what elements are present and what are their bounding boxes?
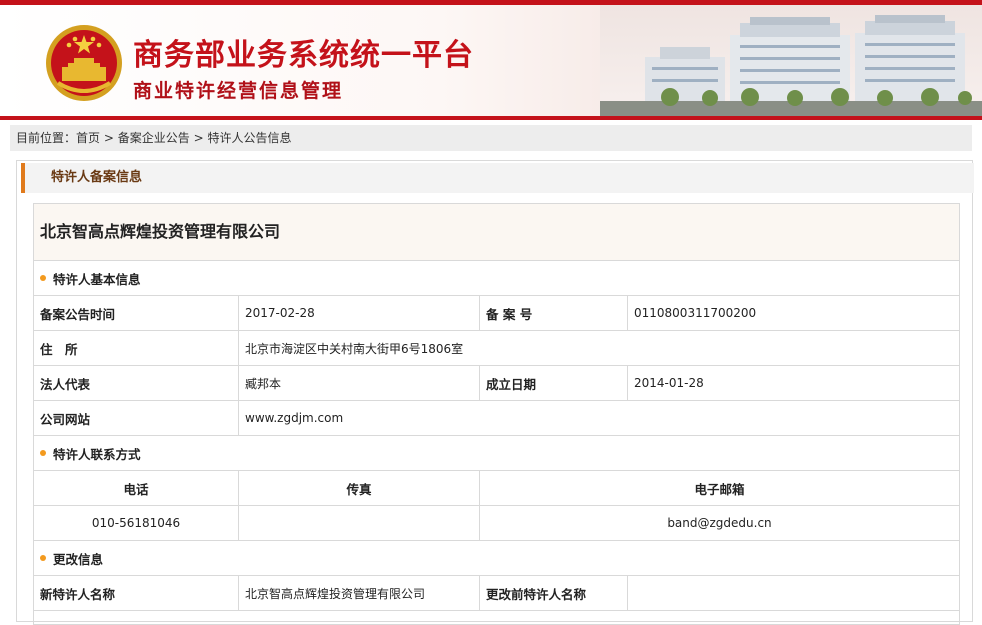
header-bottom-line bbox=[0, 116, 982, 120]
new-name-label: 新特许人名称 bbox=[34, 576, 239, 610]
email-header: 电子邮箱 bbox=[694, 481, 745, 497]
bullet-icon bbox=[40, 275, 46, 281]
legal-rep-label: 法人代表 bbox=[34, 366, 239, 400]
bullet-icon bbox=[40, 555, 46, 561]
contact-value-row: 010-56181046 band@zgdedu.cn bbox=[34, 506, 959, 541]
breadcrumb-announcement-link[interactable]: 备案企业公告 bbox=[118, 131, 190, 145]
contact-header-row: 电话 传真 电子邮箱 bbox=[34, 471, 959, 506]
table-row: 住 所 北京市海淀区中关村南大街甲6号1806室 bbox=[34, 331, 959, 366]
old-name-value bbox=[628, 576, 959, 610]
panel-header: 特许人备案信息 bbox=[21, 163, 974, 193]
breadcrumb-prefix: 目前位置： bbox=[16, 131, 77, 145]
bullet-icon bbox=[40, 450, 46, 456]
website-label: 公司网站 bbox=[34, 401, 239, 435]
changes-section-title: 更改信息 bbox=[40, 541, 103, 575]
breadcrumb-separator: > bbox=[103, 131, 114, 145]
changes-section-label: 更改信息 bbox=[53, 551, 104, 567]
breadcrumb-current: 特许人公告信息 bbox=[207, 131, 292, 145]
company-name-row: 北京智高点辉煌投资管理有限公司 bbox=[34, 204, 959, 261]
panel-title: 特许人备案信息 bbox=[51, 170, 143, 185]
filing-date-value: 2017-02-28 bbox=[239, 296, 480, 330]
fax-value bbox=[239, 506, 480, 540]
old-name-label: 更改前特许人名称 bbox=[480, 576, 628, 610]
new-name-value: 北京智高点辉煌投资管理有限公司 bbox=[239, 576, 480, 610]
national-emblem-icon bbox=[46, 25, 122, 101]
address-value: 北京市海淀区中关村南大街甲6号1806室 bbox=[245, 341, 464, 356]
breadcrumb-separator: > bbox=[193, 131, 204, 145]
basic-info-section-row: 特许人基本信息 bbox=[34, 261, 959, 296]
table-row: 新特许人名称 北京智高点辉煌投资管理有限公司 更改前特许人名称 bbox=[34, 576, 959, 611]
contact-section-title: 特许人联系方式 bbox=[40, 436, 141, 470]
basic-info-section-label: 特许人基本信息 bbox=[53, 271, 141, 287]
phone-value: 010-56181046 bbox=[34, 506, 239, 540]
system-subtitle: 商业特许经营信息管理 bbox=[133, 80, 344, 102]
email-value: band@zgdedu.cn bbox=[667, 516, 772, 530]
filing-no-value: 0110800311700200 bbox=[634, 306, 757, 320]
info-table: 北京智高点辉煌投资管理有限公司 特许人基本信息 备案公告时间 2017-02-2… bbox=[33, 203, 960, 625]
changes-section-row: 更改信息 bbox=[34, 541, 959, 576]
company-name: 北京智高点辉煌投资管理有限公司 bbox=[40, 222, 281, 241]
ministry-building-image bbox=[600, 5, 982, 116]
founded-value: 2014-01-28 bbox=[634, 376, 704, 390]
basic-info-section-title: 特许人基本信息 bbox=[40, 261, 141, 295]
filing-no-label: 备 案 号 bbox=[480, 296, 628, 330]
filing-date-label: 备案公告时间 bbox=[34, 296, 239, 330]
table-row: 备案公告时间 2017-02-28 备 案 号 0110800311700200 bbox=[34, 296, 959, 331]
breadcrumb-home-link[interactable]: 首页 bbox=[76, 131, 100, 145]
phone-header: 电话 bbox=[34, 471, 239, 505]
founded-label: 成立日期 bbox=[480, 366, 628, 400]
website-value: www.zgdjm.com bbox=[245, 411, 344, 425]
fax-header: 传真 bbox=[239, 471, 480, 505]
address-label: 住 所 bbox=[34, 331, 239, 365]
contact-section-row: 特许人联系方式 bbox=[34, 436, 959, 471]
contact-section-label: 特许人联系方式 bbox=[53, 446, 141, 462]
header-banner: 商务部业务系统统一平台 商业特许经营信息管理 bbox=[0, 5, 982, 116]
franchisor-panel: 特许人备案信息 北京智高点辉煌投资管理有限公司 特许人基本信息 备案公告时间 2… bbox=[16, 160, 974, 625]
legal-rep-value: 臧邦本 bbox=[239, 366, 480, 400]
system-title: 商务部业务系统统一平台 bbox=[133, 38, 474, 73]
table-row: 法人代表 臧邦本 成立日期 2014-01-28 bbox=[34, 366, 959, 401]
table-row: 公司网站 www.zgdjm.com bbox=[34, 401, 959, 436]
breadcrumb: 目前位置：首页 > 备案企业公告 > 特许人公告信息 bbox=[10, 125, 972, 151]
